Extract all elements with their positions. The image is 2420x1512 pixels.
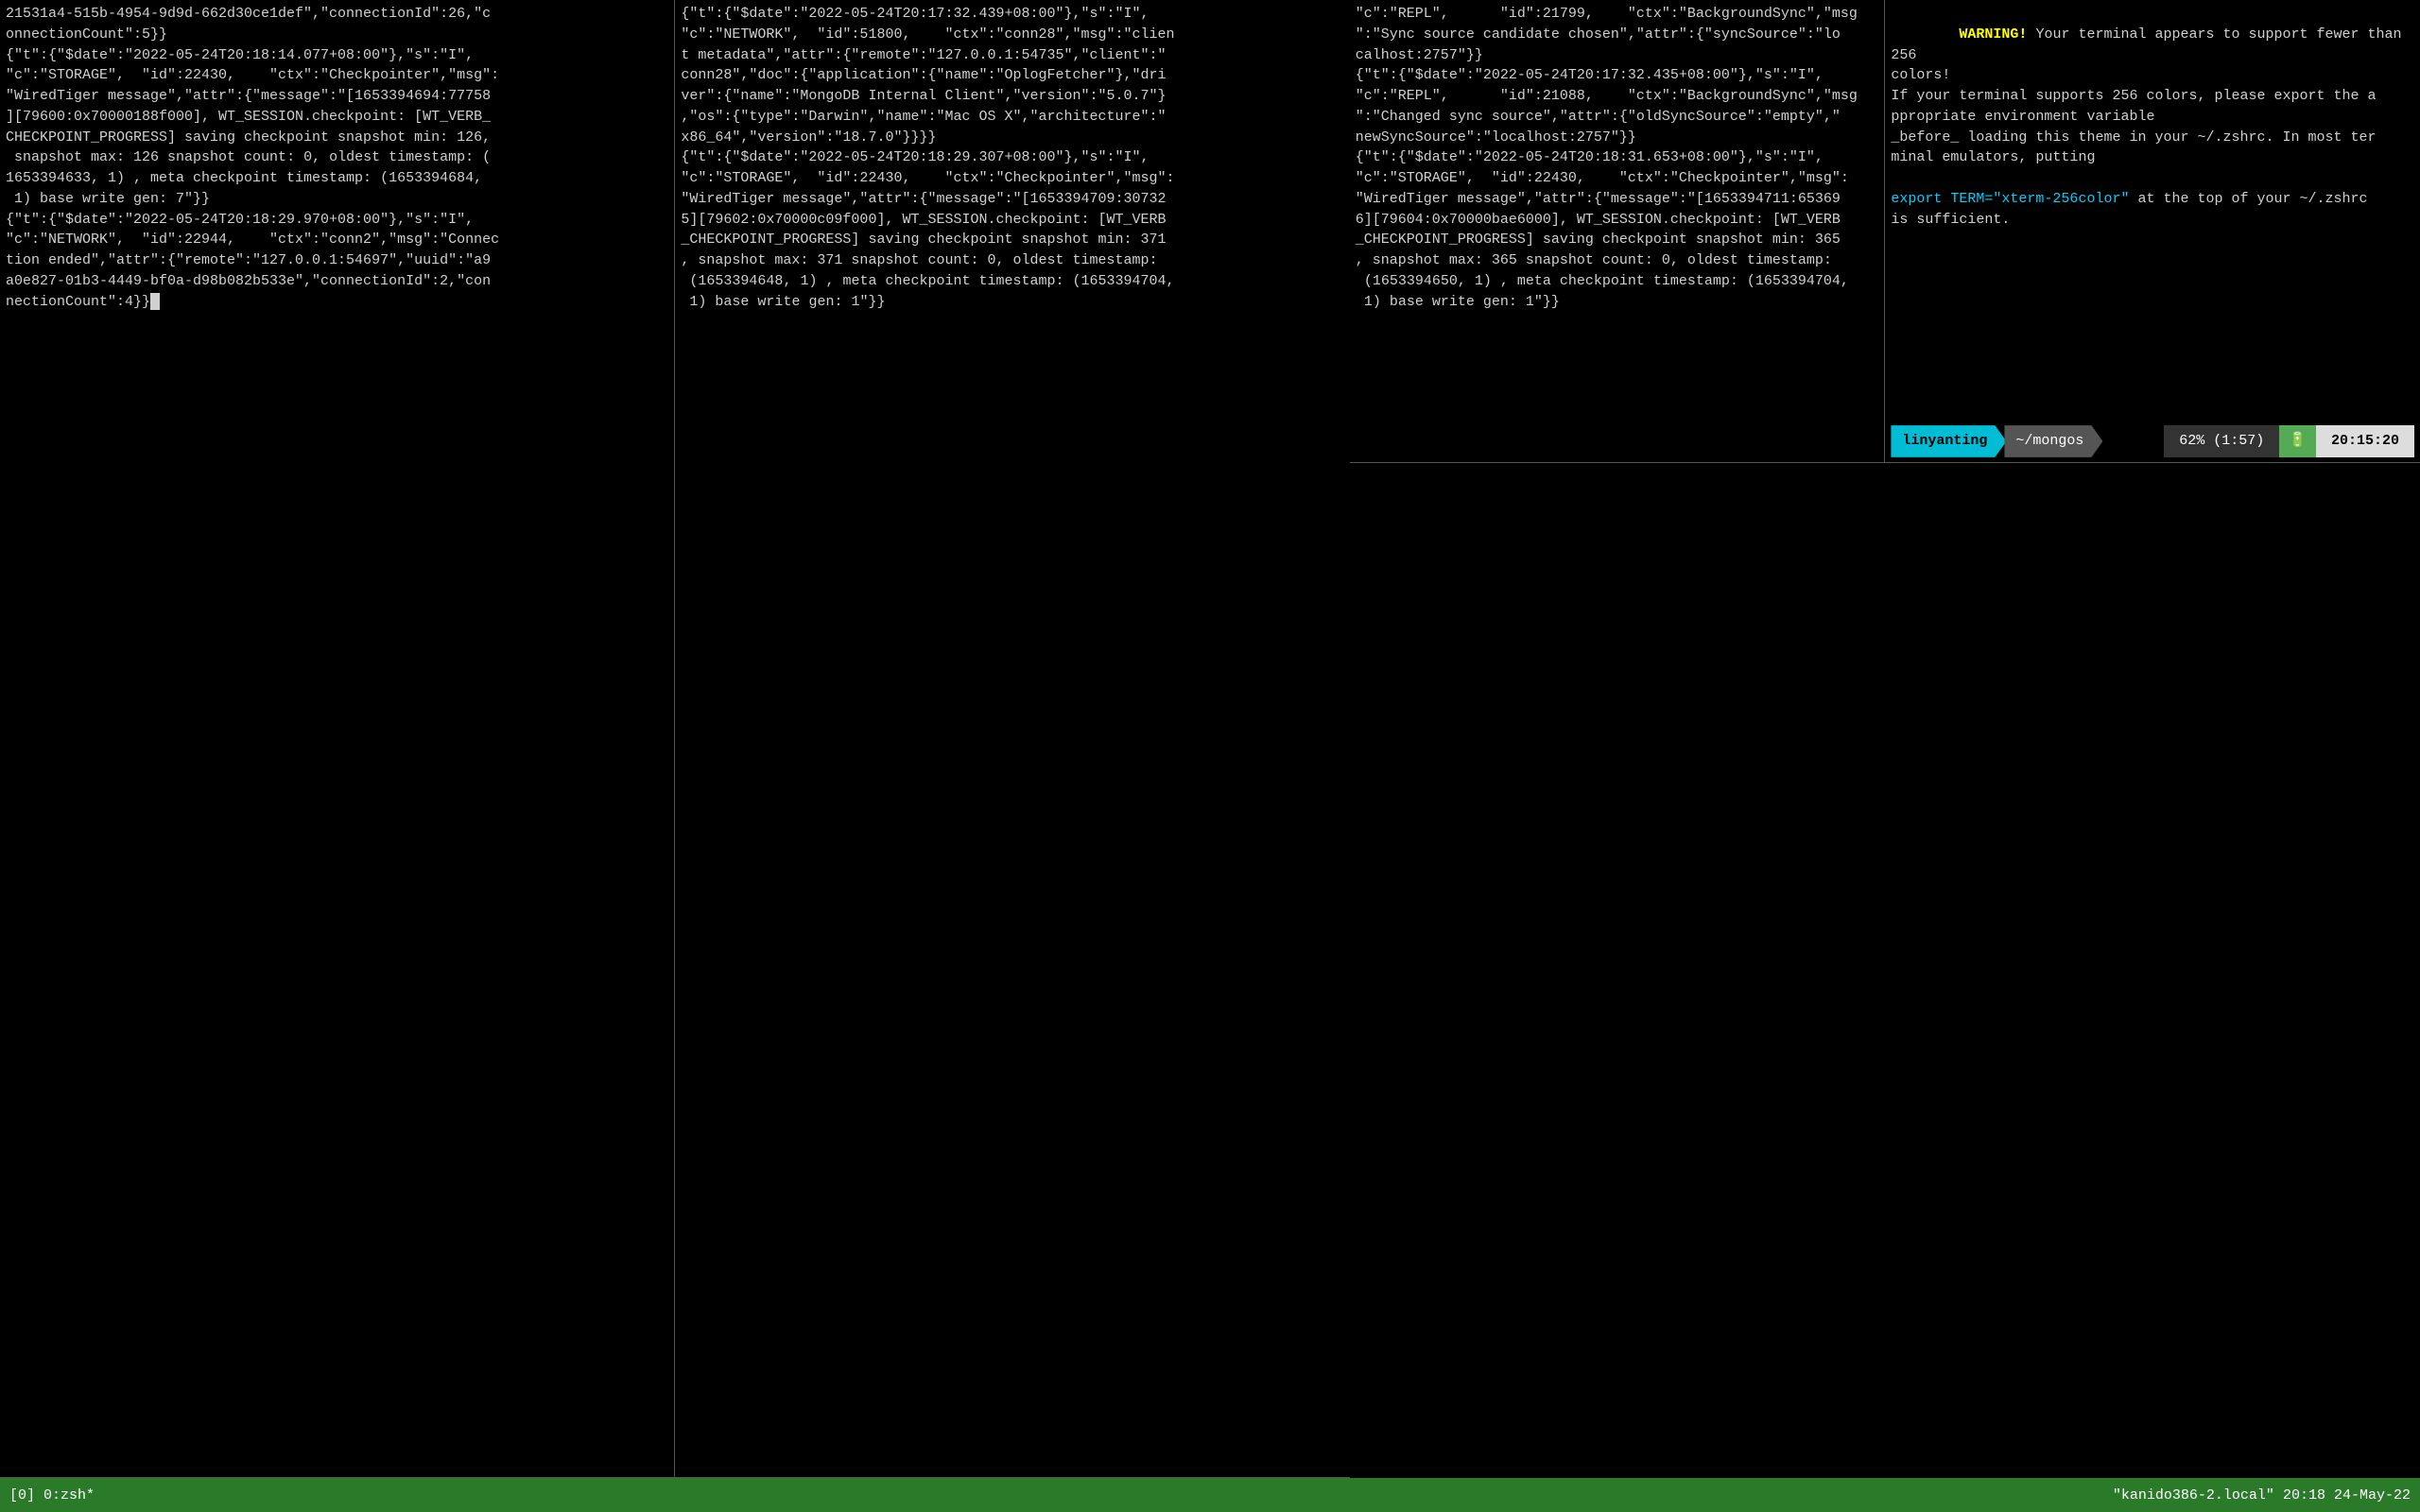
bottom-left-pane[interactable]: "c":"REPL", "id":21799, "ctx":"Backgroun… <box>1350 0 1886 462</box>
prompt-bar: linyanting ~/mongos 62% (1:57) 🔋 20:15:2… <box>1891 424 2414 458</box>
clock-display: 20:15:20 <box>2316 425 2414 457</box>
terminal-main: 21531a4-515b-4954-9d9d-662d30ce1def","co… <box>0 0 2420 1478</box>
bottom-row: "c":"REPL", "id":21799, "ctx":"Backgroun… <box>1350 0 2420 463</box>
time-label: 20:18 24-May-22 <box>2274 1487 2411 1503</box>
hostname-label: "kanido386-2.local" <box>2113 1487 2274 1503</box>
warning-label: WARNING! <box>1959 26 2027 43</box>
tmux-session-label: [0] 0:zsh* <box>9 1487 95 1503</box>
top-row: 21531a4-515b-4954-9d9d-662d30ce1def","co… <box>0 0 1350 1478</box>
prompt-user: linyanting <box>1891 425 2006 457</box>
export-command: export TERM="xterm-256color" <box>1891 191 2129 207</box>
battery-indicator: 🔋 <box>2279 425 2316 457</box>
top-left-pane[interactable]: 21531a4-515b-4954-9d9d-662d30ce1def","co… <box>0 0 675 1477</box>
status-bar: [0] 0:zsh* "kanido386-2.local" 20:18 24-… <box>0 1478 2420 1512</box>
scroll-percent: 62% (1:57) <box>2164 425 2279 457</box>
cursor <box>150 293 160 310</box>
warning-text: Your terminal appears to support fewer t… <box>1891 26 2410 166</box>
status-right: "kanido386-2.local" 20:18 24-May-22 <box>2113 1487 2411 1503</box>
status-left: [0] 0:zsh* <box>9 1487 95 1503</box>
bottom-right-pane[interactable]: WARNING! Your terminal appears to suppor… <box>1885 0 2420 462</box>
bottom-right-text: WARNING! Your terminal appears to suppor… <box>1891 4 2414 424</box>
prompt-path: ~/mongos <box>2004 425 2102 457</box>
top-right-pane[interactable]: {"t":{"$date":"2022-05-24T20:17:32.439+0… <box>675 0 1349 1477</box>
